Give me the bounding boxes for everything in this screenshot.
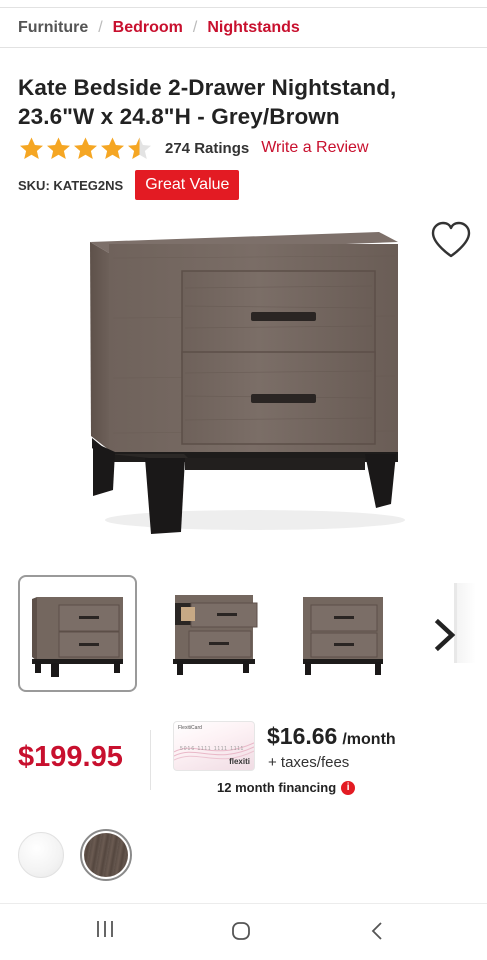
product-title: Kate Bedside 2-Drawer Nightstand, 23.6"W… (18, 73, 473, 131)
financing-info[interactable]: 12 month financing i (217, 780, 356, 795)
monthly-unit: /month (342, 731, 396, 748)
price-divider (150, 730, 151, 790)
thumbnail-open-drawer-view[interactable] (152, 575, 271, 692)
main-product-image[interactable] (85, 228, 405, 546)
write-review-link[interactable]: Write a Review (261, 139, 368, 157)
swatch-white[interactable] (18, 832, 64, 878)
thumbnail-front-view[interactable] (18, 575, 137, 692)
breadcrumb-bedroom[interactable]: Bedroom (113, 19, 183, 37)
monthly-amount: $16.66 (267, 723, 338, 749)
product-title-line1: Kate Bedside 2-Drawer Nightstand, (18, 75, 397, 100)
breadcrumb-nightstands[interactable]: Nightstands (207, 19, 299, 37)
card-number: 5016 1111 1111 1111 (180, 746, 245, 752)
rating-row: 274 Ratings Write a Review (18, 135, 369, 161)
info-icon[interactable]: i (341, 780, 356, 795)
product-title-line2: 23.6"W x 24.8"H - Grey/Brown (18, 104, 340, 129)
breadcrumb: Furniture / Bedroom / Nightstands (0, 7, 487, 48)
great-value-badge: Great Value (135, 170, 240, 200)
star-rating[interactable] (18, 136, 153, 161)
thumbnail-image (172, 594, 257, 675)
star-icon (74, 137, 97, 159)
home-icon[interactable] (231, 921, 251, 941)
breadcrumb-separator: / (192, 18, 198, 36)
thumbnail-straight-front-view[interactable] (282, 575, 401, 692)
sku-row: SKU: KATEG2NS Great Value (18, 170, 240, 200)
back-icon[interactable] (370, 921, 384, 941)
thumbnail-strip (18, 575, 487, 693)
chevron-right-icon[interactable] (430, 617, 460, 653)
breadcrumb-furniture[interactable]: Furniture (18, 19, 88, 37)
thumbnail-image (302, 596, 383, 675)
ratings-count[interactable]: 274 Ratings (165, 140, 249, 157)
flexiti-card-image: FlexitiCard 5016 1111 1111 1111 flexiti (173, 721, 255, 771)
thumbnail-image (31, 596, 123, 677)
recent-apps-icon[interactable] (95, 920, 115, 938)
swatch-grey-brown[interactable] (84, 833, 128, 877)
card-brand: flexiti (229, 757, 250, 766)
star-icon (20, 137, 43, 159)
star-icon (128, 137, 151, 159)
monthly-payment: $16.66 /month (267, 723, 396, 750)
sku-label: SKU: KATEG2NS (18, 177, 124, 193)
product-price: $199.95 (18, 741, 123, 773)
star-icon (47, 137, 70, 159)
financing-label: 12 month financing (217, 780, 337, 795)
taxes-fees-label: + taxes/fees (268, 754, 350, 771)
star-icon (101, 137, 124, 159)
breadcrumb-separator: / (98, 18, 103, 36)
card-label: FlexitiCard (178, 725, 202, 731)
heart-outline-icon[interactable] (430, 221, 472, 259)
